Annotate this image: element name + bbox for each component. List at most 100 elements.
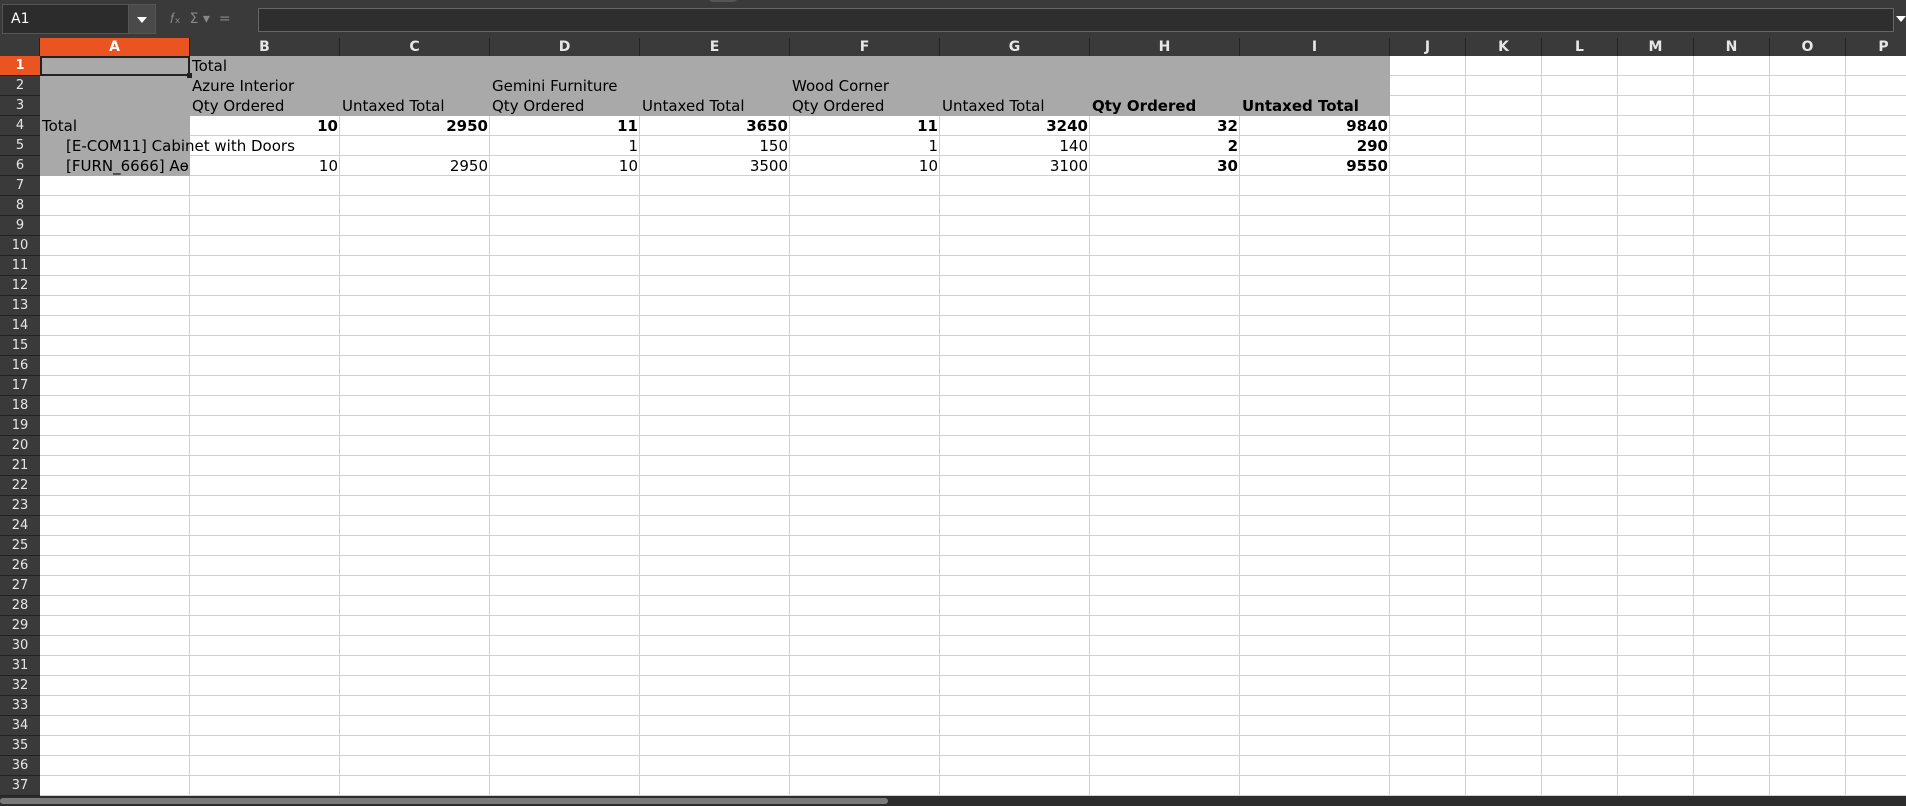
row-header-15[interactable]: 15 [0,336,40,356]
column-header-o[interactable]: O [1770,38,1846,56]
cell-f3[interactable]: Qty Ordered [790,96,940,116]
cell-c1[interactable] [340,56,490,76]
column-header-b[interactable]: B [190,38,340,56]
row-header-19[interactable]: 19 [0,416,40,436]
cell-a5[interactable]: [E-COM11] Cabinet with Doors [40,136,295,156]
cell-g3[interactable]: Untaxed Total [940,96,1090,116]
cell-c6[interactable]: 2950 [340,156,490,176]
cell-h3[interactable]: Qty Ordered [1090,96,1240,116]
cell-g6[interactable]: 3100 [940,156,1090,176]
formula-input[interactable] [258,8,1894,32]
cell-i5[interactable]: 290 [1240,136,1390,156]
row-header-2[interactable]: 2 [0,76,40,96]
column-header-m[interactable]: M [1618,38,1694,56]
cell-g5[interactable]: 140 [940,136,1090,156]
row-header-29[interactable]: 29 [0,616,40,636]
cell-a4[interactable]: Total [40,116,190,136]
row-header-26[interactable]: 26 [0,556,40,576]
row-header-24[interactable]: 24 [0,516,40,536]
cell-h5[interactable]: 2 [1090,136,1240,156]
scrollbar-thumb[interactable] [0,798,888,804]
cell-d2[interactable]: Gemini Furniture [490,76,640,96]
row-header-10[interactable]: 10 [0,236,40,256]
row-header-35[interactable]: 35 [0,736,40,756]
row-header-13[interactable]: 13 [0,296,40,316]
cell-b4[interactable]: 10 [190,116,340,136]
cell-e5[interactable]: 150 [640,136,790,156]
cell-b3[interactable]: Qty Ordered [190,96,340,116]
row-header-17[interactable]: 17 [0,376,40,396]
cell-e3[interactable]: Untaxed Total [640,96,790,116]
cell-f5[interactable]: 1 [790,136,940,156]
column-header-j[interactable]: J [1390,38,1466,56]
row-header-16[interactable]: 16 [0,356,40,376]
cell-d5[interactable]: 1 [490,136,640,156]
column-header-f[interactable]: F [790,38,940,56]
cell-d1[interactable] [490,56,640,76]
column-header-c[interactable]: C [340,38,490,56]
row-header-3[interactable]: 3 [0,96,40,116]
cell-c4[interactable]: 2950 [340,116,490,136]
column-header-i[interactable]: I [1240,38,1390,56]
cell-h4[interactable]: 32 [1090,116,1240,136]
column-header-e[interactable]: E [640,38,790,56]
column-header-p[interactable]: P [1846,38,1906,56]
cell-d3[interactable]: Qty Ordered [490,96,640,116]
cell-grid[interactable]: Total Azure Interior Gemini Furniture Wo… [40,56,1906,796]
cell-b1[interactable]: Total [190,56,340,76]
cell-g2[interactable] [940,76,1090,96]
column-header-g[interactable]: G [940,38,1090,56]
cell-i2[interactable] [1240,76,1390,96]
cell-g4[interactable]: 3240 [940,116,1090,136]
cell-i4[interactable]: 9840 [1240,116,1390,136]
cell-d4[interactable]: 11 [490,116,640,136]
row-header-27[interactable]: 27 [0,576,40,596]
name-box-dropdown-button[interactable] [128,4,156,34]
horizontal-scrollbar[interactable] [0,796,1906,806]
cell-a3[interactable] [40,96,190,116]
row-header-37[interactable]: 37 [0,776,40,796]
cell-b2[interactable]: Azure Interior [190,76,340,96]
cell-g1[interactable] [940,56,1090,76]
row-header-7[interactable]: 7 [0,176,40,196]
row-header-18[interactable]: 18 [0,396,40,416]
row-header-14[interactable]: 14 [0,316,40,336]
cell-f1[interactable] [790,56,940,76]
cell-i1[interactable] [1240,56,1390,76]
column-header-k[interactable]: K [1466,38,1542,56]
cell-h1[interactable] [1090,56,1240,76]
row-header-36[interactable]: 36 [0,756,40,776]
row-header-8[interactable]: 8 [0,196,40,216]
row-header-5[interactable]: 5 [0,136,40,156]
cell-e6[interactable]: 3500 [640,156,790,176]
row-header-23[interactable]: 23 [0,496,40,516]
cell-h6[interactable]: 30 [1090,156,1240,176]
cell-a6[interactable]: [FURN_6666] Aɵ [40,156,190,176]
row-header-9[interactable]: 9 [0,216,40,236]
row-header-34[interactable]: 34 [0,716,40,736]
column-header-n[interactable]: N [1694,38,1770,56]
cell-e1[interactable] [640,56,790,76]
row-header-4[interactable]: 4 [0,116,40,136]
row-header-32[interactable]: 32 [0,676,40,696]
row-header-30[interactable]: 30 [0,636,40,656]
column-header-h[interactable]: H [1090,38,1240,56]
cell-f6[interactable]: 10 [790,156,940,176]
cell-c2[interactable] [340,76,490,96]
row-header-1[interactable]: 1 [0,56,40,76]
function-wizard-icon[interactable]: 𝑓ₓ [170,11,181,27]
column-header-a[interactable]: A [40,38,190,56]
equals-icon[interactable]: = [219,11,231,27]
row-header-6[interactable]: 6 [0,156,40,176]
sum-icon[interactable]: Σ ▾ [190,11,210,27]
row-header-25[interactable]: 25 [0,536,40,556]
cell-i3[interactable]: Untaxed Total [1240,96,1390,116]
cell-c3[interactable]: Untaxed Total [340,96,490,116]
select-all-corner[interactable] [0,38,40,56]
row-header-31[interactable]: 31 [0,656,40,676]
cell-i6[interactable]: 9550 [1240,156,1390,176]
row-header-21[interactable]: 21 [0,456,40,476]
row-header-12[interactable]: 12 [0,276,40,296]
cell-f4[interactable]: 11 [790,116,940,136]
expand-formula-bar-icon[interactable] [1896,16,1906,22]
